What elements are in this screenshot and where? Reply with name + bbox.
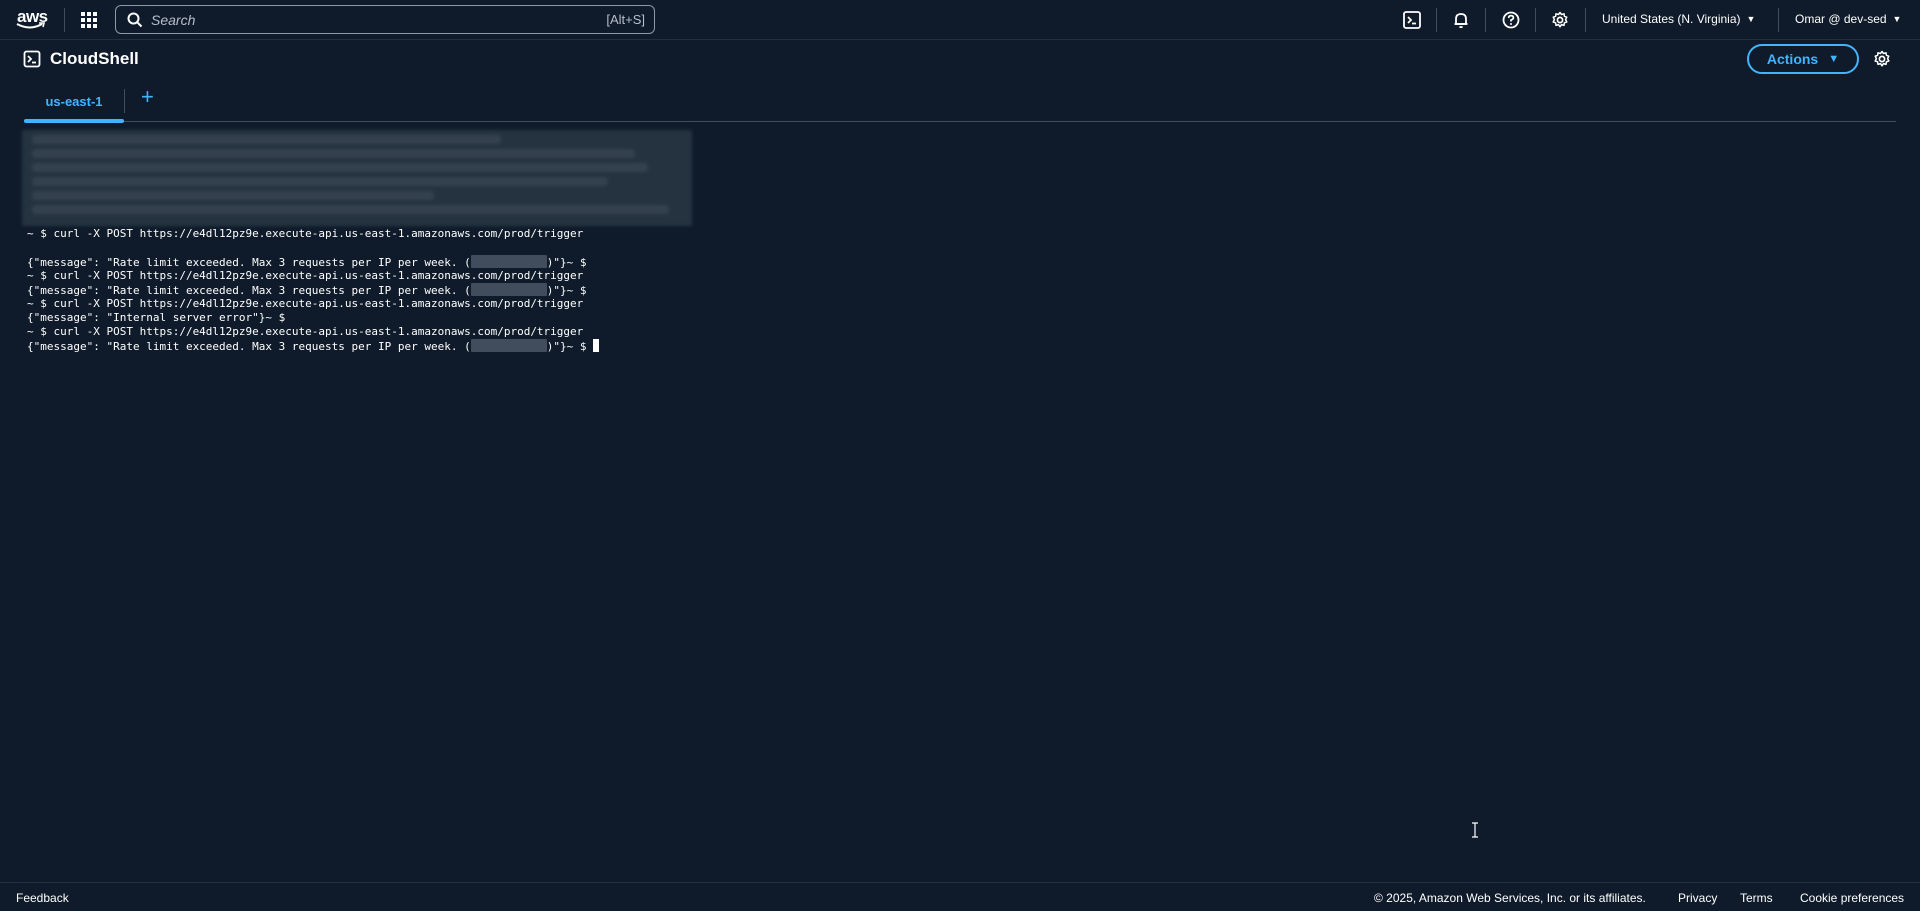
- terminal-text: )"}~ $: [546, 340, 594, 353]
- terminal-line: {"message": "Rate limit exceeded. Max 3 …: [27, 339, 600, 354]
- terminal-area[interactable]: ~ $ curl -X POST https://e4dl12pz9e.exec…: [22, 130, 1898, 872]
- nav-divider: [1778, 8, 1779, 32]
- gear-icon[interactable]: [1550, 10, 1570, 30]
- redacted-ip: [470, 339, 547, 352]
- caret-down-icon: ▼: [1892, 14, 1902, 24]
- tab-label: us-east-1: [45, 93, 103, 109]
- cloudshell-header: CloudShell Actions ▼: [0, 40, 1920, 80]
- region-label: United States (N. Virginia): [1602, 12, 1741, 26]
- terminal-line: {"message": "Rate limit exceeded. Max 3 …: [27, 255, 586, 270]
- nav-divider: [1585, 8, 1586, 32]
- terminal-text: {"message": "Rate limit exceeded. Max 3 …: [27, 284, 471, 297]
- help-icon[interactable]: [1501, 10, 1521, 30]
- terminal-line: {"message": "Rate limit exceeded. Max 3 …: [27, 283, 586, 298]
- nav-divider: [1535, 8, 1536, 32]
- actions-button-label: Actions: [1766, 51, 1819, 67]
- region-selector[interactable]: United States (N. Virginia) ▼: [1602, 12, 1755, 26]
- add-tab-button[interactable]: +: [141, 84, 154, 110]
- aws-logo[interactable]: aws: [16, 7, 48, 32]
- nav-divider: [64, 8, 65, 32]
- cloudshell-icon: [23, 50, 41, 68]
- tab-us-east-1[interactable]: us-east-1: [24, 80, 124, 123]
- nav-divider: [1436, 8, 1437, 32]
- terminal-text: )"}~ $: [546, 256, 587, 269]
- account-label: Omar @ dev-sed: [1795, 12, 1887, 26]
- copyright-text: © 2025, Amazon Web Services, Inc. or its…: [1374, 891, 1646, 905]
- redacted-ip: [470, 255, 547, 268]
- bell-icon[interactable]: [1451, 10, 1471, 30]
- redacted-ip: [470, 283, 547, 296]
- tab-divider: [124, 89, 125, 113]
- feedback-link[interactable]: Feedback: [16, 891, 69, 905]
- blurred-terminal-output: [22, 130, 692, 226]
- cookie-preferences-link[interactable]: Cookie preferences: [1800, 891, 1904, 905]
- page-title: CloudShell: [50, 49, 139, 68]
- services-grid-icon[interactable]: [80, 11, 98, 29]
- terminal-line: ~ $ curl -X POST https://e4dl12pz9e.exec…: [27, 297, 584, 310]
- footer: Feedback © 2025, Amazon Web Services, In…: [0, 882, 1920, 911]
- terminal-tabs: us-east-1 +: [24, 80, 1896, 123]
- caret-down-icon: ▼: [1828, 53, 1840, 65]
- account-menu[interactable]: Omar @ dev-sed ▼: [1795, 12, 1901, 26]
- terminal-cursor: [593, 339, 600, 352]
- terms-link[interactable]: Terms: [1740, 891, 1773, 905]
- actions-button[interactable]: Actions ▼: [1747, 44, 1859, 74]
- search-icon: [127, 12, 143, 28]
- search-input[interactable]: [151, 9, 551, 30]
- privacy-link[interactable]: Privacy: [1678, 891, 1717, 905]
- search-bar[interactable]: [Alt+S]: [115, 5, 655, 34]
- terminal-line: ~ $ curl -X POST https://e4dl12pz9e.exec…: [27, 325, 584, 338]
- terminal-text: {"message": "Rate limit exceeded. Max 3 …: [27, 340, 471, 353]
- preferences-gear-icon[interactable]: [1872, 49, 1892, 69]
- terminal-line: ~ $ curl -X POST https://e4dl12pz9e.exec…: [27, 269, 584, 282]
- aws-smile-icon: [16, 22, 46, 29]
- terminal-text: {"message": "Rate limit exceeded. Max 3 …: [27, 256, 471, 269]
- nav-divider: [1485, 8, 1486, 32]
- top-navigation: aws [Alt+S]: [0, 0, 1920, 40]
- terminal-text: )"}~ $: [546, 284, 587, 297]
- terminal-line: ~ $ curl -X POST https://e4dl12pz9e.exec…: [27, 227, 584, 240]
- cloudshell-icon[interactable]: [1402, 10, 1422, 30]
- terminal-line: {"message": "Internal server error"}~ $: [27, 311, 286, 324]
- search-shortcut-hint: [Alt+S]: [606, 12, 645, 27]
- caret-down-icon: ▼: [1746, 14, 1756, 24]
- text-cursor-icon: [1472, 822, 1478, 838]
